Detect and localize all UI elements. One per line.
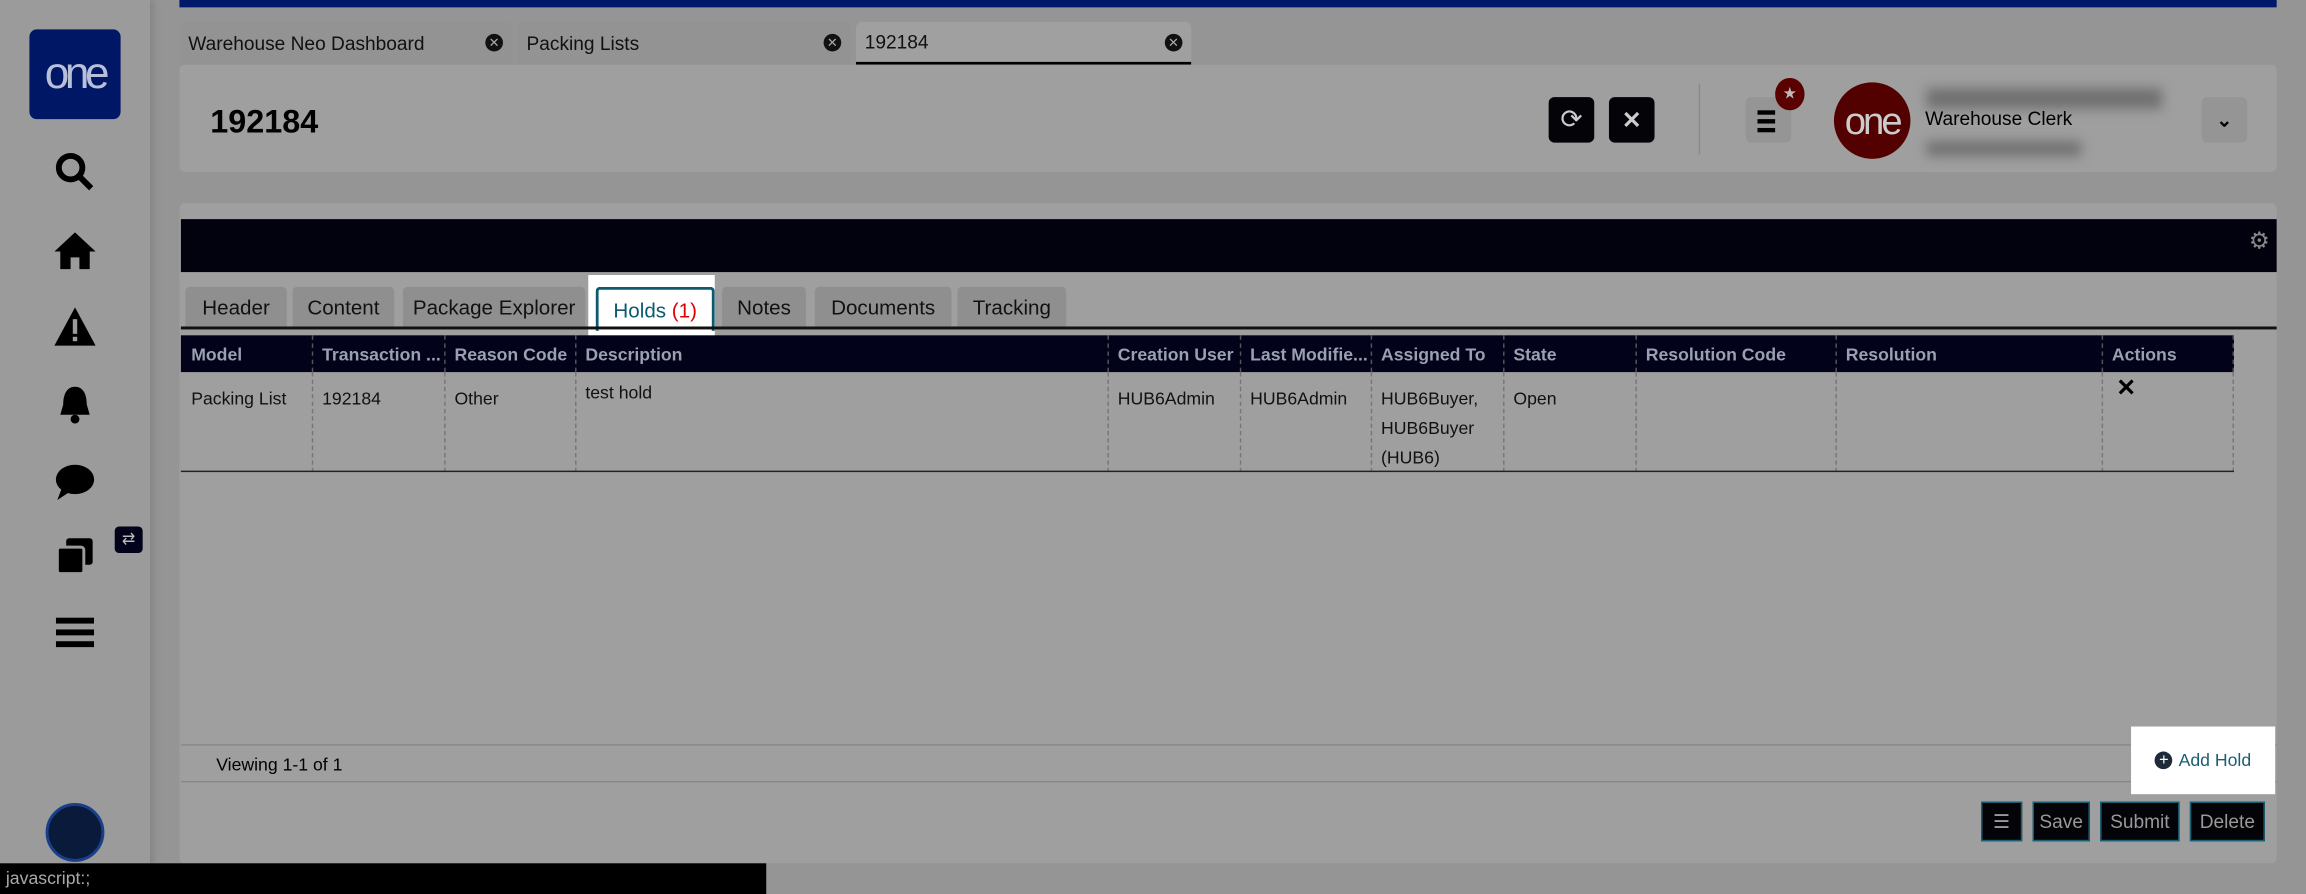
table-cell: [1637, 372, 1837, 473]
column-header[interactable]: Last Modifie...: [1241, 335, 1373, 373]
table-bottom-line: [180, 470, 2234, 473]
subtab-package-explorer[interactable]: Package Explorer: [402, 286, 586, 328]
chat-icon[interactable]: [44, 457, 106, 507]
delete-button[interactable]: Delete: [2189, 801, 2265, 842]
bell-icon[interactable]: [44, 379, 106, 429]
table-cell: HUB6Admin: [1109, 372, 1242, 473]
close-button[interactable]: ✕: [1608, 97, 1655, 143]
sidebar: one ⇄: [0, 0, 151, 894]
table-cell: Other: [446, 372, 577, 473]
user-avatar-icon[interactable]: [45, 803, 105, 862]
divider: [180, 744, 2277, 746]
tab-label: Warehouse Neo Dashboard: [188, 32, 425, 55]
add-hold-button[interactable]: + Add Hold: [2131, 726, 2276, 795]
column-header[interactable]: Transaction ...: [313, 335, 446, 373]
tab-label: Holds: [613, 298, 667, 323]
user-menu-chevron-down-icon[interactable]: ⌄: [2201, 97, 2248, 143]
tab-192184[interactable]: 192184 ✕: [855, 22, 1192, 65]
subtab-tracking[interactable]: Tracking: [957, 286, 1067, 328]
save-button[interactable]: Save: [2032, 801, 2090, 842]
close-icon: ✕: [1621, 108, 1642, 134]
close-icon[interactable]: ✕: [1164, 33, 1183, 52]
tabs-underline: [180, 326, 2277, 330]
column-header[interactable]: Reason Code: [446, 335, 577, 373]
column-header[interactable]: State: [1505, 335, 1637, 373]
table-cell: test hold: [577, 372, 1109, 473]
divider: [180, 780, 2277, 783]
plus-circle-icon: +: [2155, 751, 2173, 770]
search-icon[interactable]: [44, 147, 106, 197]
column-header[interactable]: Model: [182, 335, 314, 373]
page-title: 192184: [210, 102, 319, 140]
menu-icon[interactable]: [44, 607, 106, 657]
tab-warehouse-dashboard[interactable]: Warehouse Neo Dashboard ✕: [179, 22, 512, 65]
submit-button[interactable]: Submit: [2100, 801, 2180, 842]
status-bar: javascript:;: [0, 863, 767, 894]
table-cell: [1837, 372, 2104, 473]
holds-count-badge: (1): [671, 298, 697, 323]
warning-icon[interactable]: [44, 301, 106, 351]
subtab-content[interactable]: Content: [292, 286, 395, 328]
divider: [1698, 83, 1701, 155]
remove-hold-icon[interactable]: ✕: [2116, 374, 2136, 403]
user-role: Warehouse Clerk: [1925, 107, 2073, 130]
column-header[interactable]: Creation User: [1109, 335, 1242, 373]
add-hold-label: Add Hold: [2178, 750, 2252, 771]
column-header[interactable]: Actions: [2103, 335, 2234, 373]
tab-packing-lists[interactable]: Packing Lists ✕: [517, 22, 851, 65]
refresh-icon: ⟳: [1560, 104, 1583, 134]
subtab-notes[interactable]: Notes: [722, 286, 806, 328]
refresh-button[interactable]: ⟳: [1548, 97, 1595, 143]
app-logo[interactable]: one: [29, 29, 121, 120]
switch-icon[interactable]: ⇄: [114, 526, 143, 553]
history-icon: ☰: [1993, 809, 2011, 832]
home-icon[interactable]: [44, 225, 106, 275]
user-org-redacted: [1926, 141, 2082, 156]
column-header[interactable]: Resolution: [1837, 335, 2104, 373]
tab-label: 192184: [864, 30, 929, 53]
table-cell: HUB6Admin: [1241, 372, 1373, 473]
brand-bar: [179, 0, 2277, 8]
gear-icon[interactable]: ⚙: [2249, 226, 2270, 255]
column-header[interactable]: Resolution Code: [1637, 335, 1837, 373]
tab-label: Packing Lists: [526, 32, 640, 55]
column-header[interactable]: Assigned To: [1372, 335, 1505, 373]
close-icon[interactable]: ✕: [823, 33, 842, 52]
table-cell: 192184: [313, 372, 446, 473]
table-cell: Packing List: [182, 372, 314, 473]
toolbar-bar: [180, 219, 2277, 273]
table-cell: Open: [1505, 372, 1637, 473]
pagination-status: Viewing 1-1 of 1: [216, 754, 343, 776]
subtab-holds[interactable]: Holds (1): [595, 286, 715, 331]
subtab-header[interactable]: Header: [185, 286, 287, 328]
star-badge-icon: ★: [1775, 77, 1805, 111]
user-name-redacted: [1926, 88, 2162, 109]
user-avatar[interactable]: one: [1833, 82, 1911, 159]
table-cell: HUB6Buyer, HUB6Buyer (HUB6): [1372, 372, 1505, 473]
column-header[interactable]: Description: [577, 335, 1109, 373]
subtab-documents[interactable]: Documents: [814, 286, 952, 328]
copy-icon[interactable]: [44, 531, 106, 581]
close-icon[interactable]: ✕: [485, 33, 503, 52]
history-button[interactable]: ☰: [1981, 801, 2023, 842]
